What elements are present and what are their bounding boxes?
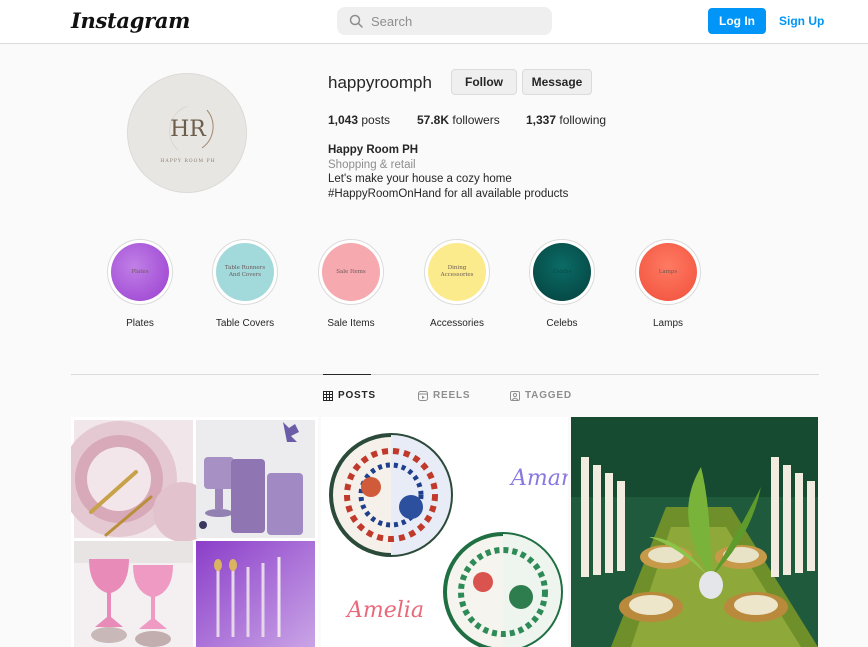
bio-line-1: Let's make your house a cozy home (328, 173, 512, 185)
highlight-sale-items[interactable]: Sale Items Sale Items (311, 239, 391, 329)
following-count: 1,337 (526, 113, 557, 127)
tabs-divider (71, 374, 819, 375)
highlight-lamps[interactable]: Lamps Lamps (628, 239, 708, 329)
bio-category: Shopping & retail (328, 158, 416, 171)
search-box[interactable] (337, 7, 552, 35)
highlight-label: Plates (126, 318, 154, 329)
grid-icon (323, 390, 333, 401)
highlight-label: Table Covers (215, 318, 275, 329)
profile-bio: Happy Room PH Shopping & retail Let's ma… (328, 143, 568, 201)
script-name-1: Amanda (509, 466, 568, 491)
highlight-cover: Celebs (533, 243, 591, 301)
highlight-label: Celebs (546, 318, 578, 329)
following-label: following (559, 113, 607, 127)
post-image-table-setting (571, 417, 818, 647)
highlight-cover: Lamps (639, 243, 697, 301)
highlight-plates[interactable]: Plates Plates (100, 239, 180, 329)
avatar-monogram: HR (170, 117, 207, 142)
followers-count: 57.8K (417, 113, 450, 127)
posts-label: posts (361, 113, 391, 127)
tab-reels[interactable]: REELS (418, 390, 470, 401)
post-image-collage (71, 417, 318, 647)
profile-username: happyroomph (328, 73, 432, 92)
tab-tagged[interactable]: TAGGED (510, 390, 572, 401)
highlight-cover: Dining Accessories (428, 243, 486, 301)
avatar-caption: HAPPY ROOM PH (160, 158, 215, 164)
tab-posts-label: POSTS (338, 390, 376, 401)
bio-full-name: Happy Room PH (328, 144, 419, 156)
post-image-plates: Amanda Amelia (321, 417, 568, 647)
highlight-table-covers[interactable]: Table Runners And Covers Table Covers (205, 239, 285, 329)
script-name-2: Amelia (345, 598, 424, 623)
search-icon (349, 14, 363, 28)
highlight-ring: Celebs (529, 239, 595, 305)
reels-icon (418, 390, 428, 401)
tagged-icon (510, 390, 520, 401)
highlight-label: Lamps (652, 318, 683, 329)
highlight-ring: Dining Accessories (424, 239, 490, 305)
following-stat[interactable]: 1,337 following (526, 113, 606, 127)
login-button[interactable]: Log In (708, 8, 766, 34)
highlight-ring: Lamps (635, 239, 701, 305)
posts-count: 1,043 (328, 113, 359, 127)
post-thumbnail[interactable] (571, 417, 818, 647)
tab-tagged-label: TAGGED (525, 390, 572, 401)
highlight-ring: Table Runners And Covers (212, 239, 278, 305)
follow-button[interactable]: Follow (451, 69, 517, 95)
highlight-label: Accessories (430, 318, 484, 329)
post-thumbnail[interactable] (71, 417, 318, 647)
happy-room-logo: HR HAPPY ROOM PH (160, 105, 215, 164)
followers-stat[interactable]: 57.8K followers (417, 113, 500, 127)
active-tab-indicator (323, 374, 371, 375)
signup-link[interactable]: Sign Up (779, 14, 824, 28)
post-thumbnail[interactable]: Amanda Amelia (321, 417, 568, 647)
highlight-cover: Plates (111, 243, 169, 301)
bio-hashtag-line[interactable]: #HappyRoomOnHand for all available produ… (328, 187, 568, 202)
highlight-ring: Plates (107, 239, 173, 305)
tab-reels-label: REELS (433, 390, 471, 401)
profile-avatar[interactable]: HR HAPPY ROOM PH (127, 73, 247, 193)
followers-label: followers (452, 113, 500, 127)
highlight-ring: Sale Items (318, 239, 384, 305)
instagram-logo[interactable]: Instagram (71, 8, 190, 33)
highlight-label: Sale Items (327, 318, 375, 329)
tab-posts[interactable]: POSTS (323, 390, 376, 401)
top-navigation-bar: Instagram Log In Sign Up (0, 0, 868, 44)
highlight-cover: Table Runners And Covers (216, 243, 274, 301)
search-input[interactable] (371, 7, 541, 35)
message-button[interactable]: Message (522, 69, 592, 95)
highlight-celebs[interactable]: Celebs Celebs (522, 239, 602, 329)
highlight-cover: Sale Items (322, 243, 380, 301)
posts-stat: 1,043 posts (328, 113, 390, 127)
highlight-accessories[interactable]: Dining Accessories Accessories (417, 239, 497, 329)
